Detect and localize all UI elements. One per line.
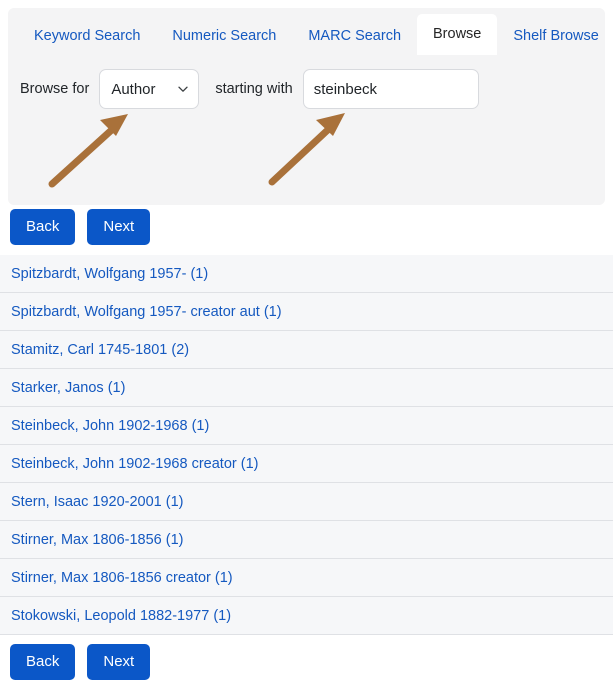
browse-form: Browse for Author Title Subject Call Num… (8, 55, 605, 205)
list-item[interactable]: Steinbeck, John 1902-1968 (1) (0, 407, 613, 445)
back-button-top[interactable]: Back (10, 209, 76, 245)
tab-label: Shelf Browse (513, 27, 599, 44)
browse-form-row: Browse for Author Title Subject Call Num… (8, 69, 605, 109)
browse-for-select-wrapper: Author Title Subject Call Number Series (99, 69, 200, 109)
tab-label: Keyword Search (34, 27, 141, 44)
list-item[interactable]: Steinbeck, John 1902-1968 creator (1) (0, 445, 613, 483)
result-link[interactable]: Stirner, Max 1806-1856 creator (1) (11, 570, 233, 586)
list-item[interactable]: Stern, Isaac 1920-2001 (1) (0, 483, 613, 521)
result-link[interactable]: Stokowski, Leopold 1882-1977 (1) (11, 608, 231, 624)
list-item[interactable]: Spitzbardt, Wolfgang 1957- creator aut (… (0, 293, 613, 331)
list-item[interactable]: Stokowski, Leopold 1882-1977 (1) (0, 597, 613, 635)
result-link[interactable]: Stern, Isaac 1920-2001 (1) (11, 494, 184, 510)
tab-browse[interactable]: Browse (417, 13, 498, 55)
search-card: Keyword Search Numeric Search MARC Searc… (8, 8, 605, 205)
tab-label: MARC Search (308, 27, 402, 44)
tab-numeric-search[interactable]: Numeric Search (156, 18, 292, 56)
search-tab-strip: Keyword Search Numeric Search MARC Searc… (8, 8, 605, 55)
list-item[interactable]: Starker, Janos (1) (0, 369, 613, 407)
browse-search-page: Keyword Search Numeric Search MARC Searc… (0, 0, 613, 685)
list-item[interactable]: Stirner, Max 1806-1856 creator (1) (0, 559, 613, 597)
tab-keyword-search[interactable]: Keyword Search (18, 18, 156, 56)
tab-label: Browse (433, 25, 482, 42)
browse-for-select[interactable]: Author Title Subject Call Number Series (99, 69, 200, 109)
tab-marc-search[interactable]: MARC Search (292, 18, 417, 56)
list-item[interactable]: Spitzbardt, Wolfgang 1957- (1) (0, 255, 613, 293)
result-link[interactable]: Spitzbardt, Wolfgang 1957- (1) (11, 266, 208, 282)
next-button-bottom[interactable]: Next (87, 644, 151, 680)
list-item[interactable]: Stirner, Max 1806-1856 (1) (0, 521, 613, 559)
result-link[interactable]: Spitzbardt, Wolfgang 1957- creator aut (… (11, 304, 282, 320)
browse-results-list: Spitzbardt, Wolfgang 1957- (1) Spitzbard… (0, 255, 613, 635)
tab-shelf-browse[interactable]: Shelf Browse (497, 18, 613, 56)
result-link[interactable]: Stirner, Max 1806-1856 (1) (11, 532, 183, 548)
back-button-bottom[interactable]: Back (10, 644, 76, 680)
browse-for-label: Browse for (20, 81, 90, 97)
result-link[interactable]: Starker, Janos (1) (11, 380, 125, 396)
starting-with-label: starting with (215, 81, 293, 97)
starting-with-input[interactable] (302, 69, 479, 109)
tab-label: Numeric Search (172, 27, 277, 44)
result-link[interactable]: Steinbeck, John 1902-1968 (1) (11, 418, 209, 434)
pager-bottom: Back Next (10, 644, 151, 680)
next-button-top[interactable]: Next (87, 209, 151, 245)
result-link[interactable]: Steinbeck, John 1902-1968 creator (1) (11, 456, 258, 472)
result-link[interactable]: Stamitz, Carl 1745-1801 (2) (11, 342, 189, 358)
list-item[interactable]: Stamitz, Carl 1745-1801 (2) (0, 331, 613, 369)
pager-top: Back Next (10, 209, 151, 245)
